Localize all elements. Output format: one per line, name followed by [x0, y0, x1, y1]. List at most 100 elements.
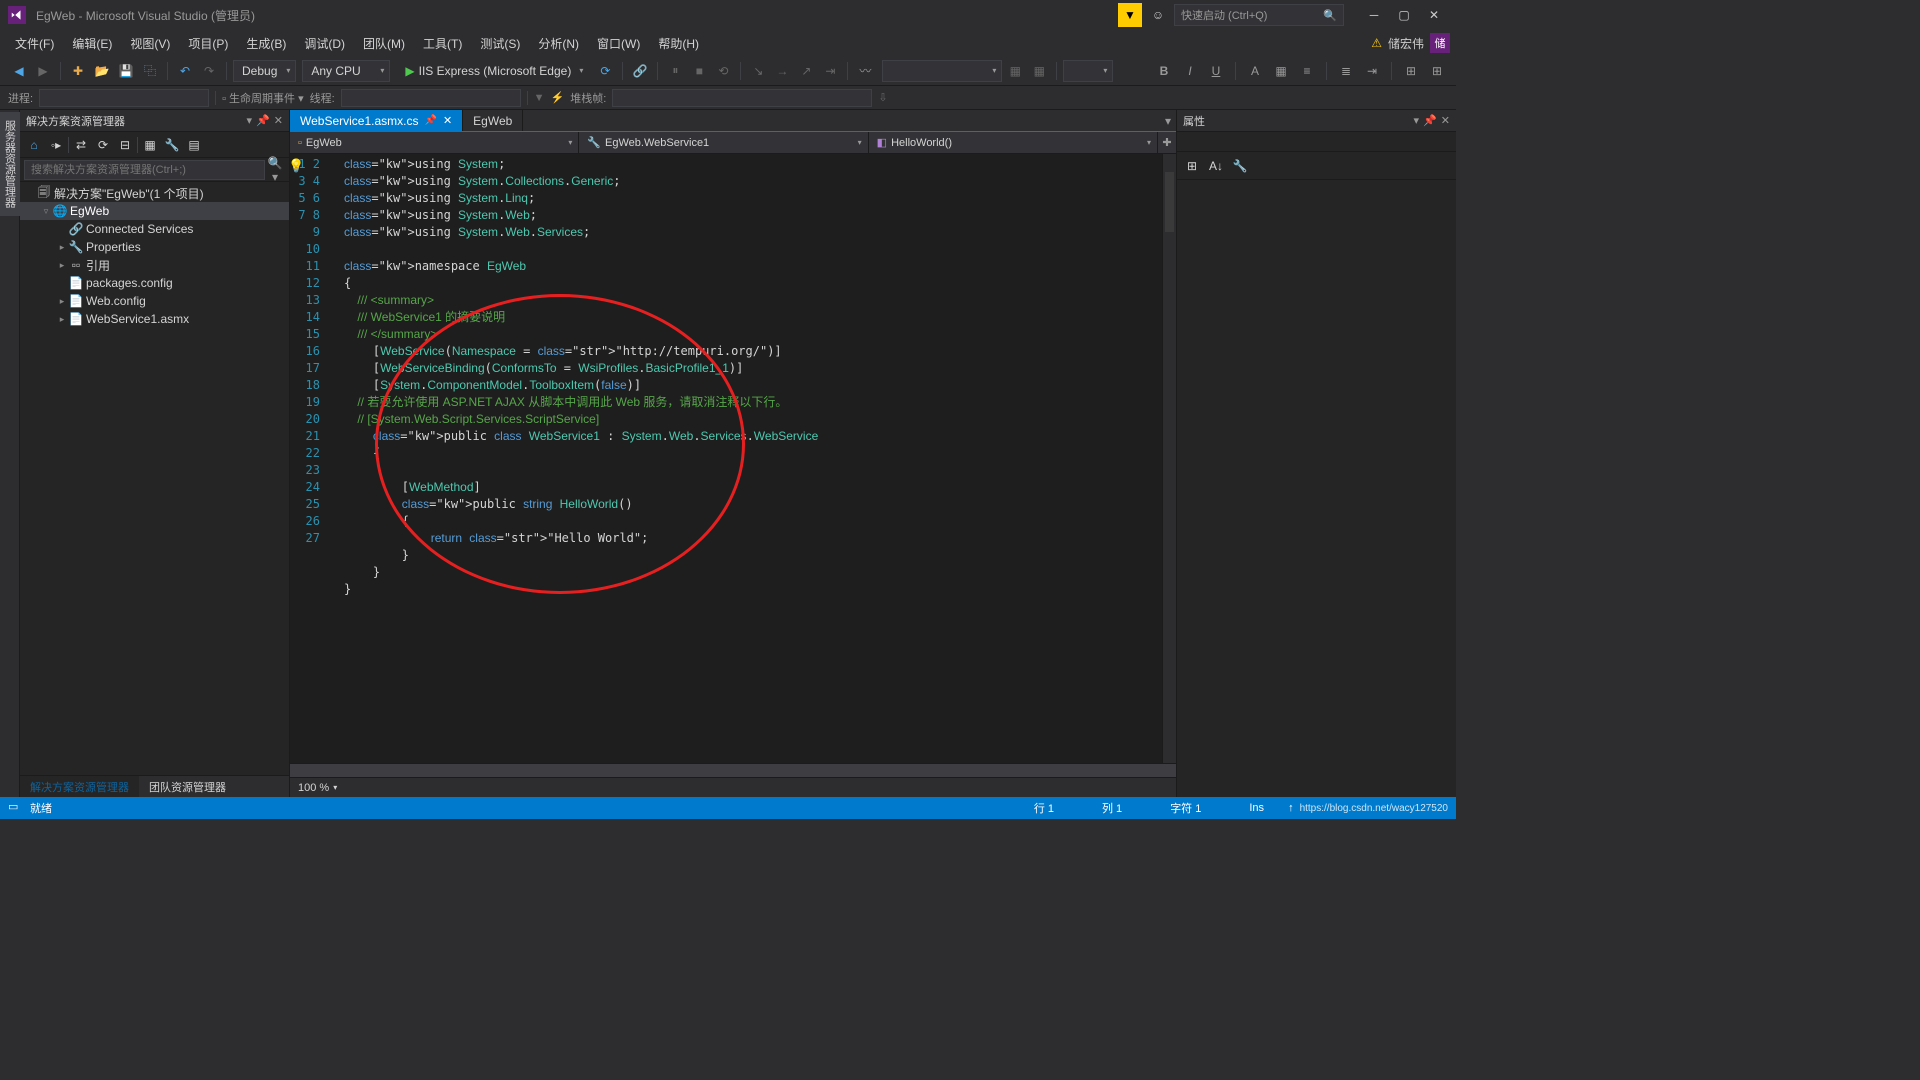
user-avatar[interactable]: 储: [1430, 33, 1450, 53]
tab-team-explorer[interactable]: 团队资源管理器: [139, 776, 236, 797]
solution-search-input[interactable]: [24, 160, 265, 180]
tree-item[interactable]: ▸▫▫引用: [20, 256, 289, 274]
menu-item[interactable]: 团队(M): [354, 31, 414, 56]
browser-link-button[interactable]: 🔗: [629, 60, 651, 82]
new-project-button[interactable]: ✚: [67, 60, 89, 82]
empty-combo-1[interactable]: [882, 60, 1002, 82]
panel-menu-icon[interactable]: ▾: [247, 114, 253, 127]
method-combo[interactable]: ◧HelloWorld(): [869, 132, 1158, 153]
open-button[interactable]: 📂: [91, 60, 113, 82]
stop-button[interactable]: ■: [688, 60, 710, 82]
back-button[interactable]: ◀: [8, 60, 30, 82]
filter-icon[interactable]: ▼: [534, 92, 545, 104]
step-into-button[interactable]: ↘: [747, 60, 769, 82]
notification-icon[interactable]: ▼: [1118, 3, 1142, 27]
refresh-icon[interactable]: ⟳: [93, 135, 113, 155]
tree-item[interactable]: ▿🌐EgWeb: [20, 202, 289, 220]
h-scrollbar[interactable]: [290, 763, 1176, 777]
tree-item[interactable]: 📄packages.config: [20, 274, 289, 292]
sort-icon[interactable]: A↓: [1205, 155, 1227, 177]
menu-item[interactable]: 工具(T): [414, 31, 471, 56]
project-combo[interactable]: ▫EgWeb: [290, 132, 579, 153]
save-all-button[interactable]: ⿻: [139, 60, 161, 82]
close-button[interactable]: ✕: [1420, 5, 1448, 25]
thread-combo[interactable]: [341, 89, 521, 107]
maximize-button[interactable]: ▢: [1390, 5, 1418, 25]
lightbulb-icon[interactable]: 💡: [290, 158, 304, 174]
tree-item[interactable]: ▸🔧Properties: [20, 238, 289, 256]
close-icon[interactable]: ✕: [443, 114, 452, 127]
showall-icon[interactable]: ▦: [140, 135, 160, 155]
wave-icon[interactable]: 〰: [854, 60, 876, 82]
menu-item[interactable]: 测试(S): [471, 31, 529, 56]
menu-item[interactable]: 帮助(H): [649, 31, 708, 56]
user-name[interactable]: 储宏伟: [1388, 35, 1424, 52]
back-icon[interactable]: ◦▸: [46, 135, 66, 155]
tree-item[interactable]: 🔗Connected Services: [20, 220, 289, 238]
tag2-button[interactable]: ⊞: [1426, 60, 1448, 82]
zoom-combo[interactable]: 100 %▾: [298, 782, 337, 794]
close-icon[interactable]: ✕: [274, 114, 283, 127]
bold-button[interactable]: B: [1153, 60, 1175, 82]
process-combo[interactable]: [39, 89, 209, 107]
step-over-button[interactable]: →: [771, 60, 793, 82]
pause-button[interactable]: ⏸: [664, 60, 686, 82]
quick-launch-input[interactable]: 快速启动 (Ctrl+Q) 🔍: [1174, 4, 1344, 26]
run-to-cursor-button[interactable]: ⇥: [819, 60, 841, 82]
home-icon[interactable]: ⌂: [24, 135, 44, 155]
tree-item[interactable]: ▸📄Web.config: [20, 292, 289, 310]
props-object-combo[interactable]: [1177, 132, 1456, 152]
pin-icon[interactable]: 📌: [424, 115, 436, 126]
pin-icon[interactable]: 📌: [1423, 114, 1437, 127]
split-icon[interactable]: ✚: [1158, 136, 1176, 149]
forward-button[interactable]: ▶: [32, 60, 54, 82]
code-content[interactable]: class="kw">using System; class="kw">usin…: [340, 154, 1162, 763]
minimap-scrollbar[interactable]: [1162, 154, 1176, 763]
panel-menu-icon[interactable]: ▾: [1414, 114, 1420, 127]
doc-tab[interactable]: EgWeb: [463, 110, 523, 131]
stack-combo[interactable]: [612, 89, 872, 107]
restart-button[interactable]: ⟲: [712, 60, 734, 82]
code-editor[interactable]: 1 2 3 4 5 6 7 8 9 10 11 12 13 14 15 16 1…: [290, 154, 1176, 763]
tab-solution-explorer[interactable]: 解决方案资源管理器: [20, 776, 139, 797]
list-button[interactable]: ≣: [1335, 60, 1357, 82]
tool-icon-1[interactable]: ▦: [1004, 60, 1026, 82]
server-explorer-tab[interactable]: 服务器资源管理器: [0, 112, 20, 216]
font-color-button[interactable]: A: [1244, 60, 1266, 82]
platform-combo[interactable]: Any CPU: [302, 60, 390, 82]
sync-icon[interactable]: ⇄: [71, 135, 91, 155]
menu-item[interactable]: 生成(B): [237, 31, 295, 56]
undo-button[interactable]: ↶: [174, 60, 196, 82]
pin-icon[interactable]: 📌: [256, 114, 270, 127]
filter2-icon[interactable]: ⚡: [551, 91, 565, 104]
menu-item[interactable]: 文件(F): [6, 31, 63, 56]
preview-icon[interactable]: ▤: [184, 135, 204, 155]
menu-item[interactable]: 项目(P): [179, 31, 237, 56]
minimize-button[interactable]: ─: [1360, 5, 1388, 25]
config-combo[interactable]: Debug: [233, 60, 296, 82]
menu-item[interactable]: 调试(D): [295, 31, 354, 56]
doc-tab-active[interactable]: WebService1.asmx.cs 📌 ✕: [290, 110, 463, 131]
save-button[interactable]: 💾: [115, 60, 137, 82]
tree-item[interactable]: ▸📄WebService1.asmx: [20, 310, 289, 328]
props-icon[interactable]: 🔧: [162, 135, 182, 155]
search-icon[interactable]: 🔍▾: [265, 156, 285, 184]
dropdown-icon[interactable]: ⇩: [878, 91, 887, 104]
italic-button[interactable]: I: [1179, 60, 1201, 82]
redo-button[interactable]: ↷: [198, 60, 220, 82]
tab-overflow-icon[interactable]: ▾: [1160, 110, 1176, 131]
bg-color-button[interactable]: ▦: [1270, 60, 1292, 82]
props-page-icon[interactable]: 🔧: [1229, 155, 1251, 177]
underline-button[interactable]: U: [1205, 60, 1227, 82]
menu-item[interactable]: 分析(N): [529, 31, 588, 56]
run-button[interactable]: ▶ IIS Express (Microsoft Edge): [396, 60, 592, 82]
tag-button[interactable]: ⊞: [1400, 60, 1422, 82]
collapse-icon[interactable]: ⊟: [115, 135, 135, 155]
step-out-button[interactable]: ↗: [795, 60, 817, 82]
menu-item[interactable]: 编辑(E): [63, 31, 121, 56]
publish-icon[interactable]: ↑: [1288, 802, 1294, 814]
indent-button[interactable]: ⇥: [1361, 60, 1383, 82]
menu-item[interactable]: 窗口(W): [588, 31, 649, 56]
warning-icon[interactable]: ⚠: [1371, 36, 1382, 50]
refresh-button[interactable]: ⟳: [594, 60, 616, 82]
